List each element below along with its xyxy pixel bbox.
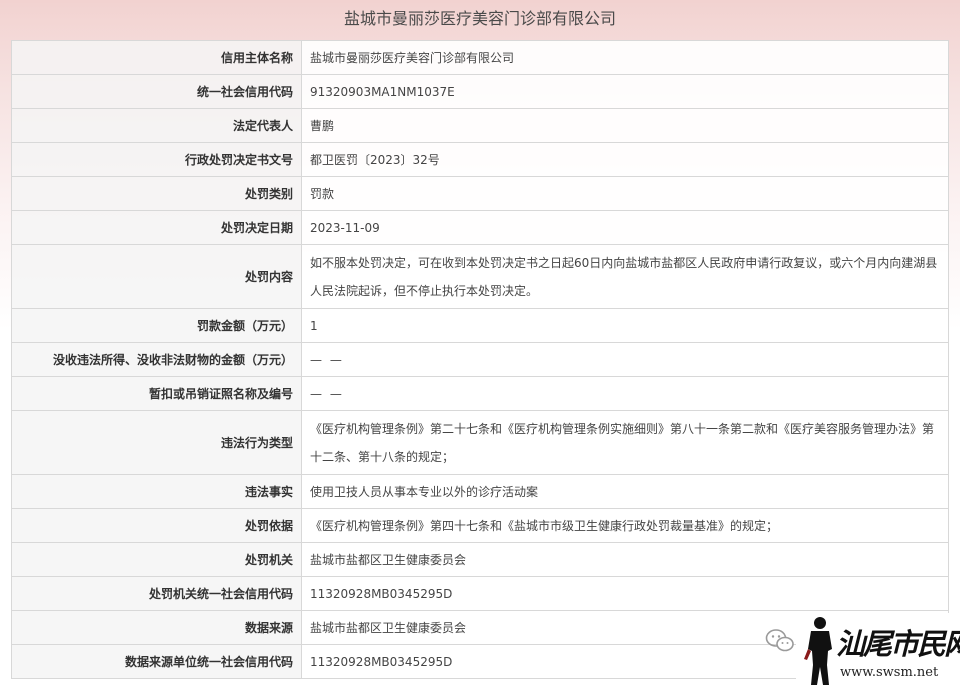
page-background: 盐城市曼丽莎医疗美容门诊部有限公司 信用主体名称 盐城市曼丽莎医疗美容门诊部有限… — [0, 0, 960, 688]
row-value: 11320928MB0345295D — [301, 576, 949, 611]
table-row: 处罚类别 罚款 — [11, 176, 949, 211]
row-value: 曹鹏 — [301, 108, 949, 143]
row-label: 处罚内容 — [11, 244, 302, 309]
row-label: 没收违法所得、没收非法财物的金额（万元） — [11, 342, 302, 377]
row-label: 行政处罚决定书文号 — [11, 142, 302, 177]
table-row: 信用主体名称 盐城市曼丽莎医疗美容门诊部有限公司 — [11, 40, 949, 75]
row-label: 信用主体名称 — [11, 40, 302, 75]
row-label: 统一社会信用代码 — [11, 74, 302, 109]
row-label: 处罚类别 — [11, 176, 302, 211]
row-label: 违法行为类型 — [11, 410, 302, 475]
table-row: 违法行为类型 《医疗机构管理条例》第二十七条和《医疗机构管理条例实施细则》第八十… — [11, 410, 949, 475]
table-row: 统一社会信用代码 91320903MA1NM1037E — [11, 74, 949, 109]
watermark-url: www.swsm.net — [840, 665, 939, 680]
row-value: 《医疗机构管理条例》第二十七条和《医疗机构管理条例实施细则》第八十一条第二款和《… — [301, 410, 949, 475]
row-value: 《医疗机构管理条例》第四十七条和《盐城市市级卫生健康行政处罚裁量基准》的规定； — [301, 508, 949, 543]
wechat-icon — [765, 629, 794, 652]
row-label: 处罚机关 — [11, 542, 302, 577]
table-row: 处罚内容 如不服本处罚决定，可在收到本处罚决定书之日起60日内向盐城市盐都区人民… — [11, 244, 949, 309]
page-title: 盐城市曼丽莎医疗美容门诊部有限公司 — [343, 9, 616, 28]
figure-icon — [804, 617, 832, 685]
row-label: 法定代表人 — [11, 108, 302, 143]
row-label: 处罚依据 — [11, 508, 302, 543]
row-label: 处罚决定日期 — [11, 210, 302, 245]
row-value: 91320903MA1NM1037E — [301, 74, 949, 109]
row-label: 罚款金额（万元） — [11, 308, 302, 343]
row-label: 数据来源 — [11, 610, 302, 645]
table-row: 没收违法所得、没收非法财物的金额（万元） — — — [11, 342, 949, 377]
table-row: 罚款金额（万元） 1 — [11, 308, 949, 343]
watermark-logo: 汕尾市民网 www.swsm.net — [796, 613, 960, 688]
row-value: 罚款 — [301, 176, 949, 211]
row-value: 盐城市曼丽莎医疗美容门诊部有限公司 — [301, 40, 949, 75]
table-row: 行政处罚决定书文号 都卫医罚〔2023〕32号 — [11, 142, 949, 177]
row-label: 违法事实 — [11, 474, 302, 509]
row-value: — — — [301, 342, 949, 377]
row-value: 盐城市盐都区卫生健康委员会 — [301, 542, 949, 577]
row-label: 数据来源单位统一社会信用代码 — [11, 644, 302, 679]
row-value: 都卫医罚〔2023〕32号 — [301, 142, 949, 177]
row-value: 1 — [301, 308, 949, 343]
watermark-brand: 汕尾市民网 — [836, 627, 960, 661]
row-label: 暂扣或吊销证照名称及编号 — [11, 376, 302, 411]
row-value: 使用卫技人员从事本专业以外的诊疗活动案 — [301, 474, 949, 509]
table-row: 处罚决定日期 2023-11-09 — [11, 210, 949, 245]
credit-info-table: 信用主体名称 盐城市曼丽莎医疗美容门诊部有限公司 统一社会信用代码 913209… — [11, 40, 949, 679]
table-row: 违法事实 使用卫技人员从事本专业以外的诊疗活动案 — [11, 474, 949, 509]
table-row: 处罚依据 《医疗机构管理条例》第四十七条和《盐城市市级卫生健康行政处罚裁量基准》… — [11, 508, 949, 543]
table-row: 法定代表人 曹鹏 — [11, 108, 949, 143]
row-value: — — — [301, 376, 949, 411]
row-value: 如不服本处罚决定，可在收到本处罚决定书之日起60日内向盐城市盐都区人民政府申请行… — [301, 244, 949, 309]
row-label: 处罚机关统一社会信用代码 — [11, 576, 302, 611]
table-row: 暂扣或吊销证照名称及编号 — — — [11, 376, 949, 411]
table-row: 处罚机关统一社会信用代码 11320928MB0345295D — [11, 576, 949, 611]
row-value: 2023-11-09 — [301, 210, 949, 245]
table-row: 处罚机关 盐城市盐都区卫生健康委员会 — [11, 542, 949, 577]
